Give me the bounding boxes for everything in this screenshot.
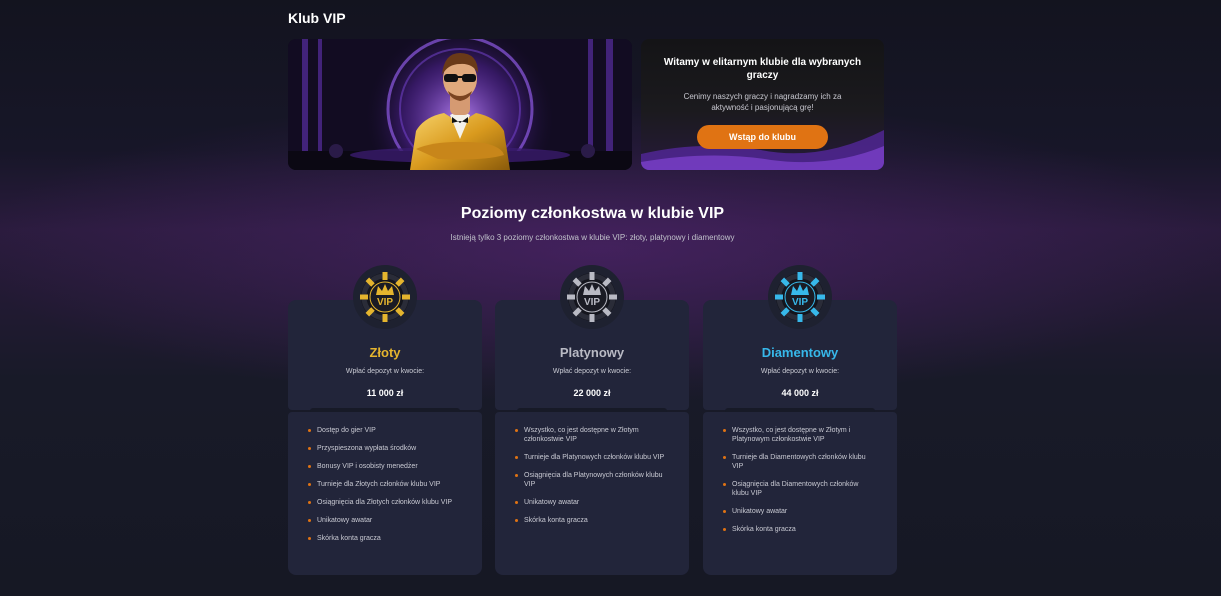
tier-name: Platynowy: [559, 345, 625, 360]
tier-badge: VIP: [353, 265, 417, 329]
benefit-item: Skórka konta gracza: [515, 516, 667, 525]
benefit-item: Przyspieszona wypłata środków: [308, 444, 460, 453]
levels-subtitle: Istnieją tylko 3 poziomy członkostwa w k…: [450, 233, 735, 242]
vip-man-illustration: [288, 39, 632, 170]
deposit-label: Wpłać depozyt w kwocie:: [345, 368, 425, 375]
page-title: Klub VIP: [288, 10, 346, 26]
tier-name: Złoty: [369, 345, 401, 360]
benefits-list: Wszystko, co jest dostępne w Złotym i Pl…: [703, 412, 897, 534]
benefit-item: Osiągnięcia dla Złotych członków klubu V…: [308, 498, 460, 507]
benefit-item: Turnieje dla Złotych członków klubu VIP: [308, 480, 460, 489]
benefit-item: Unikatowy awatar: [308, 516, 460, 525]
tier-card-benefits: Dostęp do gier VIP Przyspieszona wypłata …: [288, 412, 482, 575]
benefit-item: Osiągnięcia dla Platynowych członków klu…: [515, 471, 667, 489]
badge-text: VIP: [792, 297, 808, 308]
benefit-item: Turnieje dla Platynowych członków klubu …: [515, 453, 667, 462]
badge-text: VIP: [377, 297, 393, 308]
vip-hero-banner: [288, 39, 632, 170]
vip-chip-gold-icon: VIP: [360, 272, 410, 322]
benefit-item: Unikatowy awatar: [515, 498, 667, 507]
tier-card: Platynowy Wpłać depozyt w kwocie: 22 000…: [495, 265, 689, 575]
tier-name: Diamentowy: [761, 345, 839, 360]
deposit-amount: 11 000 zł: [366, 388, 404, 398]
benefit-item: Dostęp do gier VIP: [308, 426, 460, 435]
welcome-title: Witamy w elitarnym klubie dla wybranych …: [663, 57, 862, 81]
tier-card-benefits: Wszystko, co jest dostępne w Złotym i Pl…: [703, 412, 897, 575]
benefit-item: Unikatowy awatar: [723, 507, 875, 516]
join-club-button[interactable]: Wstąp do klubu: [697, 125, 828, 149]
deposit-label: Wpłać depozyt w kwocie:: [760, 368, 840, 375]
tier-card-benefits: Wszystko, co jest dostępne w Złotym czło…: [495, 412, 689, 575]
badge-text: VIP: [584, 297, 600, 308]
deposit-label: Wpłać depozyt w kwocie:: [552, 368, 632, 375]
vip-chip-platinum-icon: VIP: [567, 272, 617, 322]
deposit-amount: 44 000 zł: [781, 388, 819, 398]
benefit-item: Skórka konta gracza: [723, 525, 875, 534]
benefit-item: Wszystko, co jest dostępne w Złotym czło…: [515, 426, 667, 444]
welcome-card: Witamy w elitarnym klubie dla wybranych …: [641, 39, 884, 170]
benefit-item: Turnieje dla Diamentowych członków klubu…: [723, 453, 875, 471]
benefit-item: Bonusy VIP i osobisty menedżer: [308, 462, 460, 471]
benefit-item: Skórka konta gracza: [308, 534, 460, 543]
benefit-item: Osiągnięcia dla Diamentowych członków kl…: [723, 480, 875, 498]
tier-card: Diamentowy Wpłać depozyt w kwocie: 44 00…: [703, 265, 897, 575]
benefits-list: Dostęp do gier VIP Przyspieszona wypłata …: [288, 412, 482, 543]
deposit-amount: 22 000 zł: [573, 388, 611, 398]
levels-title: Poziomy członkostwa w klubie VIP: [460, 205, 725, 222]
benefit-item: Wszystko, co jest dostępne w Złotym i Pl…: [723, 426, 875, 444]
tier-badge: VIP: [560, 265, 624, 329]
tier-card: Złoty Wpłać depozyt w kwocie: 11 000 zł …: [288, 265, 482, 575]
welcome-subtitle: Cenimy naszych graczy i nagradzamy ich z…: [683, 92, 842, 112]
benefits-list: Wszystko, co jest dostępne w Złotym czło…: [495, 412, 689, 525]
tier-badge: VIP: [768, 265, 832, 329]
vip-chip-diamond-icon: VIP: [775, 272, 825, 322]
